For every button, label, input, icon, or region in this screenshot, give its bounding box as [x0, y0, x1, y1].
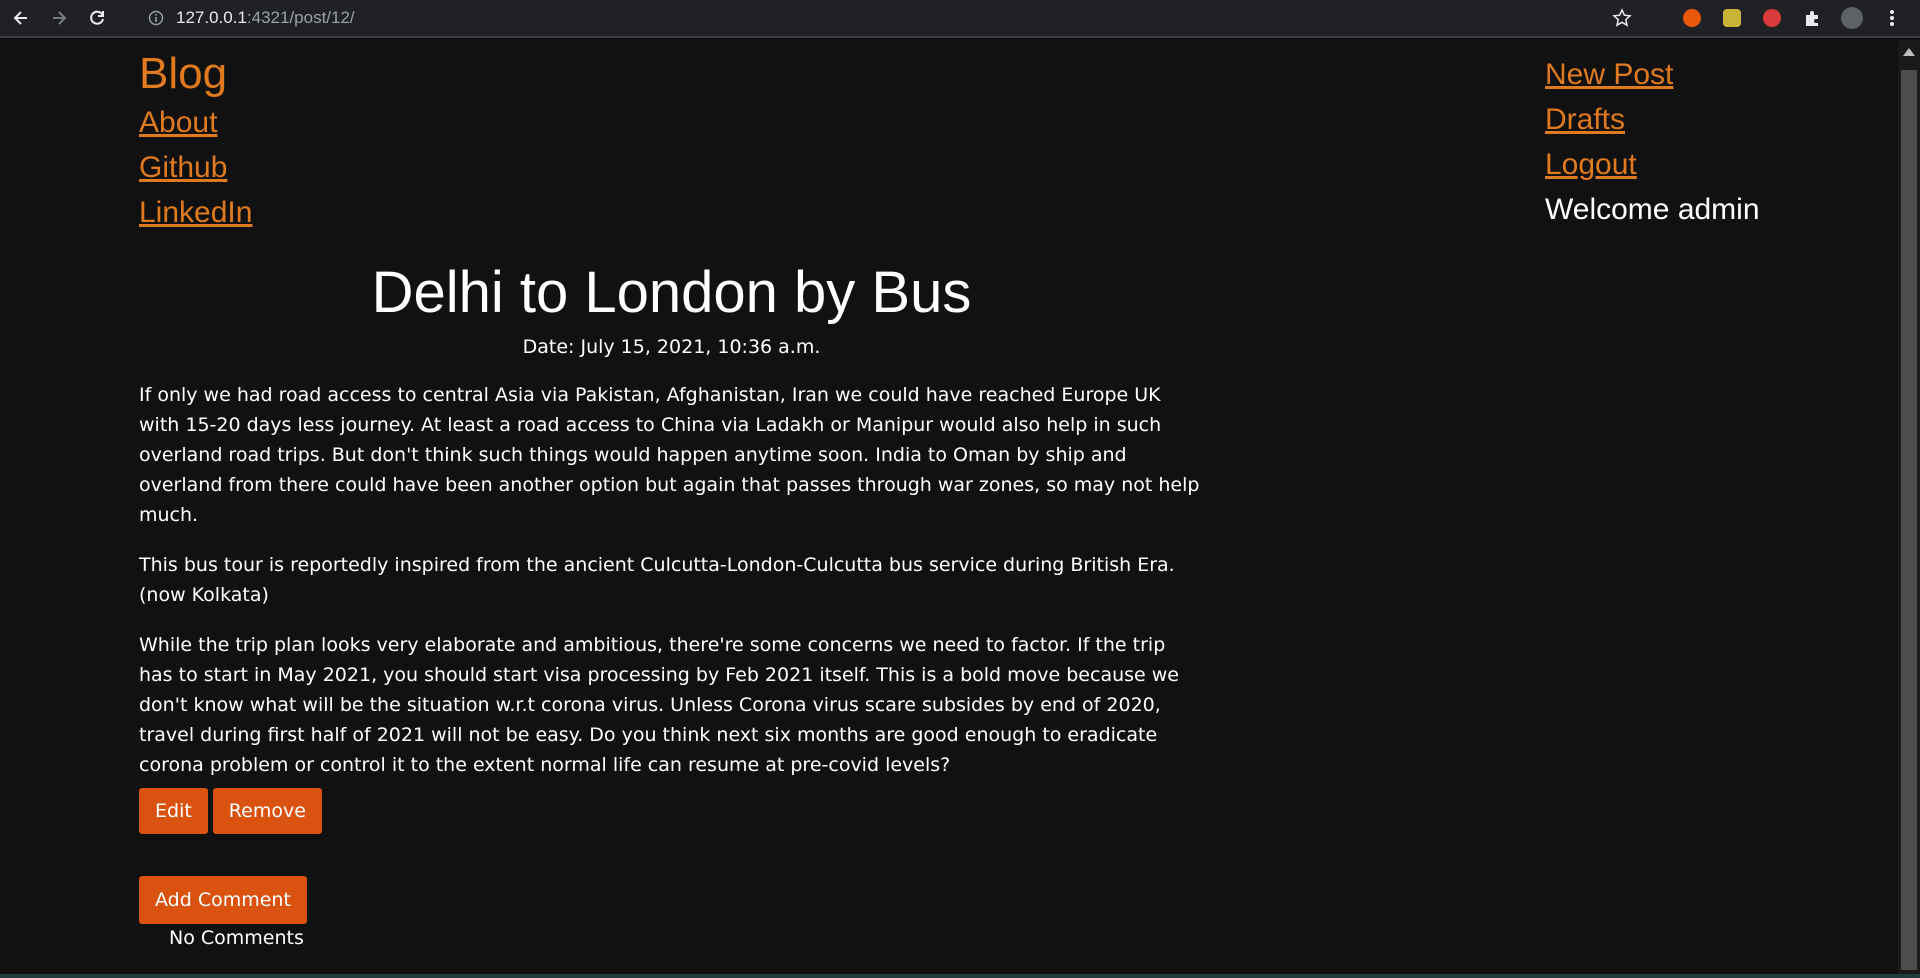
edit-button[interactable]: Edit	[139, 788, 208, 834]
bottom-edge	[0, 974, 1920, 978]
remove-button[interactable]: Remove	[212, 788, 322, 834]
post-actions: Edit Remove	[139, 788, 322, 834]
url-host: 127.0.0.1	[176, 8, 247, 27]
bookmark-star-icon[interactable]	[1612, 8, 1632, 28]
post-article: Delhi to London by Bus Date: July 15, 20…	[139, 258, 1204, 800]
nav-link-linkedin[interactable]: LinkedIn	[139, 190, 252, 235]
reload-icon	[90, 10, 104, 25]
address-bar[interactable]: 127.0.0.1:4321/post/12/	[136, 3, 1646, 33]
post-paragraph: This bus tour is reportedly inspired fro…	[139, 554, 1175, 606]
nav-link-drafts[interactable]: Drafts	[1545, 97, 1760, 142]
browser-menu-icon[interactable]	[1880, 6, 1904, 30]
extension-block-icon[interactable]	[1760, 6, 1784, 30]
url-text: 127.0.0.1:4321/post/12/	[176, 8, 355, 28]
post-date: Date: July 15, 2021, 10:36 a.m.	[522, 336, 821, 358]
brand-link[interactable]: Blog	[139, 48, 252, 100]
nav-link-about[interactable]: About	[139, 100, 252, 145]
scroll-up-icon[interactable]	[1903, 48, 1915, 56]
left-nav: Blog About Github LinkedIn	[139, 48, 252, 235]
add-comment-button[interactable]: Add Comment	[139, 876, 307, 924]
page-content: Blog About Github LinkedIn New Post Draf…	[0, 40, 1898, 974]
post-paragraph: While the trip plan looks very elaborate…	[139, 634, 1179, 776]
url-path: :4321/post/12/	[246, 8, 355, 27]
back-button[interactable]	[4, 1, 38, 35]
extensions-puzzle-icon[interactable]	[1800, 6, 1824, 30]
arrow-right-icon	[53, 11, 67, 25]
no-comments-text: No Comments	[169, 927, 304, 949]
nav-link-github[interactable]: Github	[139, 145, 252, 190]
post-body: If only we had road access to central As…	[139, 380, 1204, 780]
right-nav: New Post Drafts Logout Welcome admin	[1545, 52, 1760, 232]
extension-note-icon[interactable]	[1720, 6, 1744, 30]
post-paragraph: If only we had road access to central As…	[139, 384, 1200, 526]
arrow-left-icon	[13, 11, 27, 25]
profile-avatar[interactable]	[1840, 6, 1864, 30]
reload-button[interactable]	[80, 1, 114, 35]
extension-fire-icon[interactable]	[1680, 6, 1704, 30]
browser-toolbar: 127.0.0.1:4321/post/12/	[0, 0, 1920, 38]
scrollbar-thumb[interactable]	[1901, 70, 1917, 970]
nav-link-new-post[interactable]: New Post	[1545, 52, 1760, 97]
page-scrollbar[interactable]	[1898, 40, 1920, 974]
post-title: Delhi to London by Bus	[371, 260, 972, 325]
welcome-text: Welcome admin	[1545, 193, 1760, 226]
info-icon	[148, 10, 164, 26]
nav-link-logout[interactable]: Logout	[1545, 142, 1760, 187]
forward-button[interactable]	[42, 1, 76, 35]
